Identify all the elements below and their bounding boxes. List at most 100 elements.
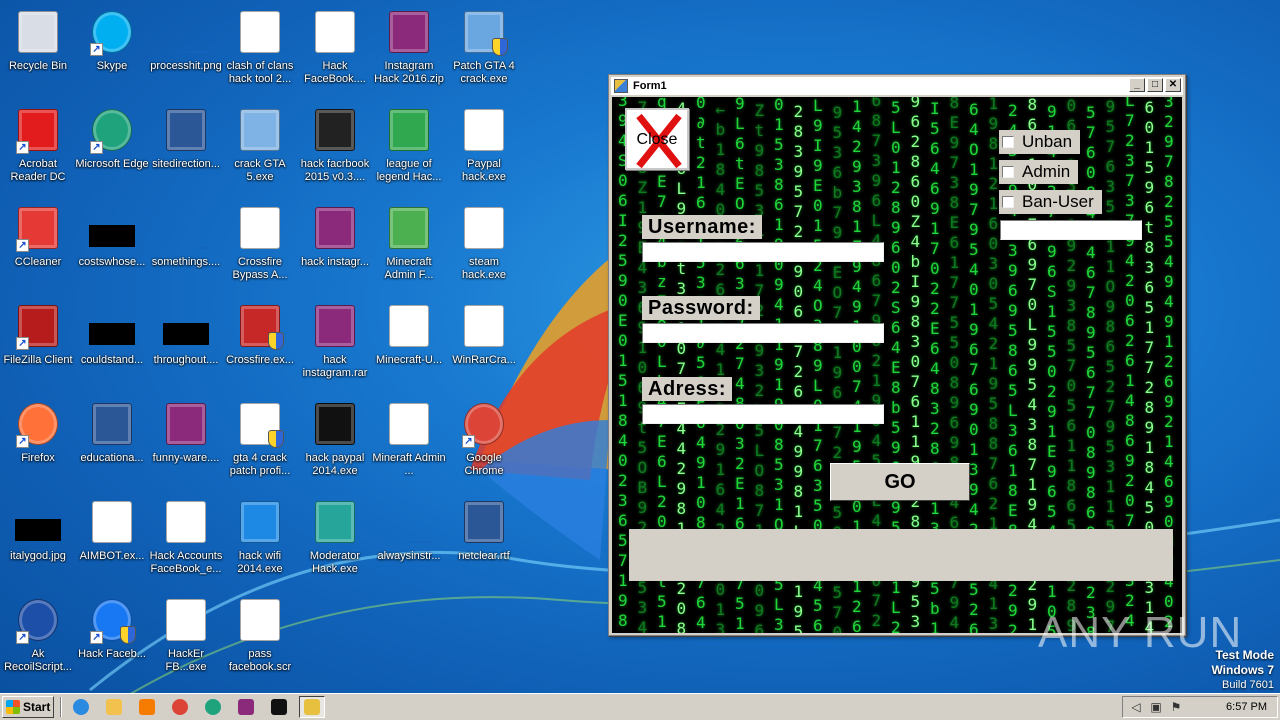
- go-button[interactable]: GO: [830, 463, 970, 501]
- desktop-icon[interactable]: hack facrbook 2015 v0.3....: [297, 100, 373, 190]
- taskbar-ie-button[interactable]: [68, 696, 94, 718]
- taskbar-pirate-button[interactable]: [266, 696, 292, 718]
- desktop-icon[interactable]: Paypal hack.exe: [446, 100, 522, 190]
- desktop-icon[interactable]: ↗ Ak RecoilScript...: [0, 590, 76, 680]
- desktop-icon[interactable]: ↗ Skype: [74, 2, 150, 92]
- desktop-icon[interactable]: ↗ Acrobat Reader DC: [0, 100, 76, 190]
- banuser-checkbox[interactable]: [1002, 196, 1014, 208]
- desktop-icon[interactable]: italygod.jpg: [0, 492, 76, 582]
- desktop-icon[interactable]: Crossfire Bypass A...: [222, 198, 298, 288]
- desktop-icon[interactable]: WinRarCra...: [446, 296, 522, 386]
- shortcut-arrow-icon: ↗: [90, 631, 103, 644]
- taskbar-edge-button[interactable]: [200, 696, 226, 718]
- taskbar-chrome-button[interactable]: [167, 696, 193, 718]
- desktop-icon[interactable]: pass facebook.scr: [222, 590, 298, 680]
- taskbar-form-app-button[interactable]: [299, 696, 325, 718]
- flag-icon[interactable]: ⚑: [1169, 700, 1183, 714]
- desktop-icon[interactable]: crack GTA 5.exe: [222, 100, 298, 190]
- taskbar-winrar-button[interactable]: [233, 696, 259, 718]
- password-input[interactable]: [642, 323, 884, 343]
- acrobat-icon: ↗: [14, 106, 62, 154]
- desktop-icon-label: steam hack.exe: [461, 256, 507, 281]
- desktop-icon[interactable]: ↗ FileZilla Client: [0, 296, 76, 386]
- desktop-icon[interactable]: Mineraft Admin ...: [371, 394, 447, 484]
- taskbar-media-player-button[interactable]: [134, 696, 160, 718]
- firefox-icon: ↗: [14, 400, 62, 448]
- desktop-icon-label: Instagram Hack 2016.zip: [374, 60, 444, 85]
- desktop-icon[interactable]: league of legend Hac...: [371, 100, 447, 190]
- desktop-icon-label: Minecraft-U...: [375, 354, 442, 366]
- desktop-icon[interactable]: ↗ CCleaner: [0, 198, 76, 288]
- desktop-icon[interactable]: throughout....: [148, 296, 224, 386]
- desktop-icon[interactable]: Hack FaceBook....: [297, 2, 373, 92]
- desktop-icon[interactable]: netclear.rtf: [446, 492, 522, 582]
- crossfire-icon: [236, 302, 284, 350]
- desktop-icon-label: Acrobat Reader DC: [10, 158, 66, 183]
- start-button[interactable]: Start: [2, 696, 54, 718]
- maximize-button[interactable]: □: [1147, 78, 1163, 92]
- admin-checkbox[interactable]: [1002, 166, 1014, 178]
- ban-target-input[interactable]: [1000, 220, 1142, 240]
- desktop-icon[interactable]: steam hack.exe: [446, 198, 522, 288]
- banuser-checkbox-row[interactable]: Ban-User: [999, 190, 1102, 214]
- close-window-button[interactable]: ✕: [1165, 78, 1181, 92]
- desktop-icon[interactable]: costswhose...: [74, 198, 150, 288]
- folder-icon: [106, 699, 122, 715]
- close-image-button[interactable]: Close: [625, 108, 689, 170]
- desktop-icon[interactable]: Patch GTA 4 crack.exe: [446, 2, 522, 92]
- ie-icon: [73, 699, 89, 715]
- desktop-icon[interactable]: Minecraft-U...: [371, 296, 447, 386]
- desktop-icon[interactable]: couldstand...: [74, 296, 150, 386]
- desktop-icon[interactable]: hack instagram.rar: [297, 296, 373, 386]
- desktop-icon[interactable]: gta 4 crack patch profi...: [222, 394, 298, 484]
- title-bar[interactable]: Form1 _ □ ✕: [611, 77, 1183, 95]
- pirate-icon: [311, 400, 359, 448]
- desktop-icon[interactable]: somethings....: [148, 198, 224, 288]
- desktop-icon[interactable]: Minecraft Admin F...: [371, 198, 447, 288]
- unban-checkbox-row[interactable]: Unban: [999, 130, 1081, 154]
- desktop-icon-label: costswhose...: [78, 256, 146, 268]
- username-input[interactable]: [642, 242, 884, 262]
- desktop-icon[interactable]: processhit.png: [148, 2, 224, 92]
- clock[interactable]: 6:57 PM: [1226, 701, 1267, 713]
- network-icon[interactable]: ▣: [1149, 700, 1163, 714]
- desktop-icon[interactable]: Recycle Bin: [0, 2, 76, 92]
- desktop-icon[interactable]: hack instagr...: [297, 198, 373, 288]
- form-client-area: 3 9 4 S 0 6 I 2 5 9 0 E 0 1 5 1 8 4 0 2 …: [612, 97, 1182, 633]
- gear-file-icon: [88, 498, 136, 546]
- shortcut-arrow-icon: ↗: [16, 141, 29, 154]
- desktop-icon[interactable]: educationa...: [74, 394, 150, 484]
- desktop-icon-label: somethings....: [151, 256, 221, 268]
- desktop-icon[interactable]: hack wifi 2014.exe: [222, 492, 298, 582]
- admin-checkbox-row[interactable]: Admin: [999, 160, 1079, 184]
- desktop-icon-label: Google Chrome: [464, 452, 504, 477]
- desktop-icon[interactable]: sitedirection...: [148, 100, 224, 190]
- desktop-icon[interactable]: hack paypal 2014.exe: [297, 394, 373, 484]
- uac-shield-icon: [120, 626, 136, 644]
- desktop-icon[interactable]: Moderator Hack.exe: [297, 492, 373, 582]
- unban-checkbox[interactable]: [1002, 136, 1014, 148]
- matrix-column: 3 9 4 S 0 6 I 2 5 9 0 E 0 1 5 1 8 4 0 2 …: [618, 97, 628, 630]
- desktop-icon[interactable]: AIMBOT.ex...: [74, 492, 150, 582]
- desktop-icon[interactable]: clash of clans hack tool 2...: [222, 2, 298, 92]
- desktop-icon[interactable]: Crossfire.ex...: [222, 296, 298, 386]
- desktop-icon[interactable]: funny-ware....: [148, 394, 224, 484]
- volume-icon[interactable]: ◁: [1129, 700, 1143, 714]
- desktop-icon-label: HackEr FB...exe: [165, 648, 207, 673]
- desktop-icon[interactable]: HackEr FB...exe: [148, 590, 224, 680]
- desktop-icon[interactable]: alwaysinstr...: [371, 492, 447, 582]
- desktop-icon[interactable]: Hack Accounts FaceBook_e...: [148, 492, 224, 582]
- desktop-icon[interactable]: ↗ Firefox: [0, 394, 76, 484]
- dark-image-icon: [311, 106, 359, 154]
- shortcut-arrow-icon: ↗: [90, 43, 103, 56]
- desktop-icon[interactable]: ↗ Microsoft Edge: [74, 100, 150, 190]
- image-file-icon: [385, 498, 433, 546]
- desktop-icon[interactable]: ↗ Google Chrome: [446, 394, 522, 484]
- minimize-button[interactable]: _: [1129, 78, 1145, 92]
- shortcut-arrow-icon: ↗: [16, 239, 29, 252]
- address-input[interactable]: [642, 404, 884, 424]
- desktop-icon-label: crack GTA 5.exe: [234, 158, 286, 183]
- desktop-icon[interactable]: ↗ Hack Faceb...: [74, 590, 150, 680]
- desktop-icon[interactable]: Instagram Hack 2016.zip: [371, 2, 447, 92]
- taskbar-folder-button[interactable]: [101, 696, 127, 718]
